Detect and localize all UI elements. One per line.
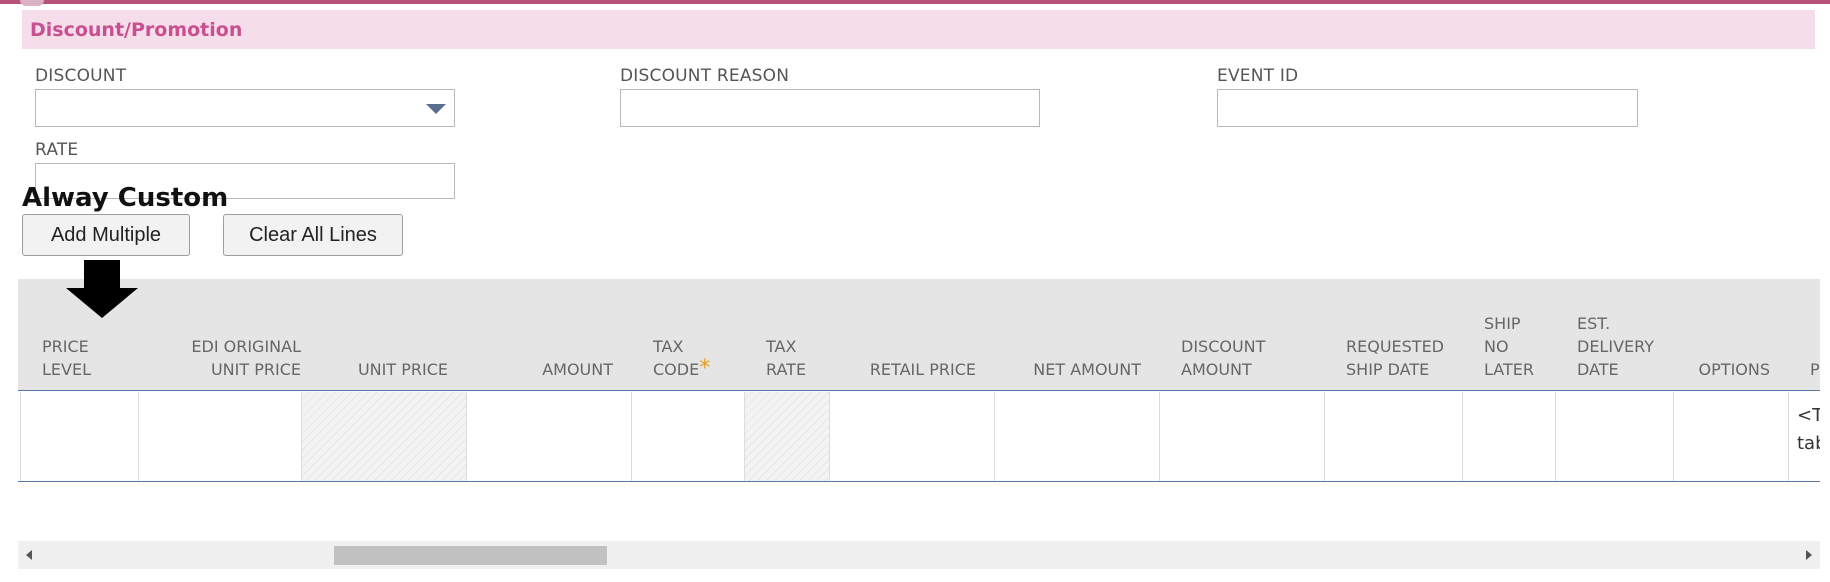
chevron-down-icon[interactable]: [426, 104, 446, 114]
add-multiple-button[interactable]: Add Multiple: [22, 214, 190, 256]
event-id-input[interactable]: [1217, 89, 1638, 127]
cell-tax-rate: [744, 392, 829, 481]
cell-discount-amount[interactable]: [1159, 392, 1324, 481]
cell-price-level[interactable]: [20, 392, 138, 481]
col-label: PRICE: [42, 337, 89, 356]
col-est-delivery-date[interactable]: EST. DELIVERY DATE: [1555, 279, 1673, 391]
discount-reason-input[interactable]: [620, 89, 1040, 127]
scroll-thumb[interactable]: [334, 546, 607, 565]
discount-label: DISCOUNT: [35, 66, 127, 86]
top-accent-bar: [0, 0, 1830, 4]
cell-retail-price[interactable]: [829, 392, 994, 481]
discount-reason-label: DISCOUNT REASON: [620, 66, 790, 86]
col-label: UNIT PRICE: [210, 360, 301, 379]
col-ship-no-later[interactable]: SHIP NO LATER: [1462, 279, 1555, 391]
col-amount[interactable]: AMOUNT: [466, 279, 631, 391]
col-retail-price[interactable]: RETAIL PRICE: [829, 279, 994, 391]
required-asterisk: *: [699, 356, 711, 381]
col-label: CODE: [653, 360, 700, 379]
discount-select[interactable]: [35, 89, 455, 127]
col-label: DISCOUNT: [1181, 337, 1266, 356]
col-tax-code[interactable]: TAX CODE*: [631, 279, 744, 391]
scroll-left-icon[interactable]: [26, 550, 32, 560]
col-label: TAX: [766, 337, 797, 356]
col-unit-price[interactable]: UNIT PRICE: [301, 279, 466, 391]
cell-unit-price: [301, 392, 466, 481]
cell-amount[interactable]: [466, 392, 631, 481]
col-label: EST.: [1577, 314, 1611, 333]
horizontal-scrollbar[interactable]: [18, 541, 1820, 569]
col-label: P: [1810, 360, 1820, 379]
event-id-label: EVENT ID: [1217, 66, 1299, 86]
col-label: UNIT PRICE: [357, 360, 448, 379]
col-label: DELIVERY: [1577, 337, 1654, 356]
col-label: DATE: [1577, 360, 1619, 379]
clear-all-lines-button[interactable]: Clear All Lines: [223, 214, 403, 256]
col-label: OPTIONS: [1698, 360, 1770, 379]
down-arrow-icon: [66, 260, 138, 318]
cell-options[interactable]: [1673, 392, 1788, 481]
col-label: SHIP: [1484, 314, 1521, 333]
col-label: RATE: [766, 360, 807, 379]
item-grid: PRICE LEVEL EDI ORIGINAL UNIT PRICE UNIT…: [18, 279, 1820, 570]
cell-est-delivery-date[interactable]: [1555, 392, 1673, 481]
scroll-right-icon[interactable]: [1806, 550, 1812, 560]
cell-p-text: <Ty tab: [1797, 405, 1820, 454]
col-label: SHIP DATE: [1346, 360, 1430, 379]
col-discount-amount[interactable]: DISCOUNT AMOUNT: [1159, 279, 1324, 391]
cell-p[interactable]: <Ty tab: [1788, 392, 1820, 481]
col-label: REQUESTED: [1346, 337, 1444, 356]
grid-header: PRICE LEVEL EDI ORIGINAL UNIT PRICE UNIT…: [18, 279, 1820, 391]
section-header[interactable]: Discount/Promotion: [22, 10, 1815, 49]
col-label: AMOUNT: [542, 360, 613, 379]
col-tax-rate[interactable]: TAX RATE: [744, 279, 829, 391]
col-net-amount[interactable]: NET AMOUNT: [994, 279, 1159, 391]
cell-edi-original-unit-price[interactable]: [138, 392, 301, 481]
col-label: RETAIL PRICE: [869, 360, 976, 379]
cell-net-amount[interactable]: [994, 392, 1159, 481]
col-requested-ship-date[interactable]: REQUESTED SHIP DATE: [1324, 279, 1462, 391]
grid-empty-area: [18, 483, 1820, 547]
col-options[interactable]: OPTIONS: [1673, 279, 1788, 391]
top-tab-notch: [20, 0, 44, 6]
col-label: NET AMOUNT: [1033, 360, 1141, 379]
col-edi-original-unit-price[interactable]: EDI ORIGINAL UNIT PRICE: [138, 279, 319, 391]
cell-requested-ship-date[interactable]: [1324, 392, 1462, 481]
section-title: Discount/Promotion: [30, 19, 243, 41]
col-label: NO: [1484, 337, 1509, 356]
cell-tax-code[interactable]: [631, 392, 744, 481]
col-label: LATER: [1484, 360, 1534, 379]
table-row[interactable]: <Ty tab: [18, 392, 1820, 482]
col-label: EDI ORIGINAL: [191, 337, 301, 356]
col-label: AMOUNT: [1181, 360, 1252, 379]
custom-heading: Alway Custom: [22, 183, 229, 213]
rate-label: RATE: [35, 140, 79, 160]
col-label: LEVEL: [42, 360, 91, 379]
cell-ship-no-later[interactable]: [1462, 392, 1555, 481]
col-label: TAX: [653, 337, 684, 356]
col-p[interactable]: P: [1788, 279, 1820, 391]
